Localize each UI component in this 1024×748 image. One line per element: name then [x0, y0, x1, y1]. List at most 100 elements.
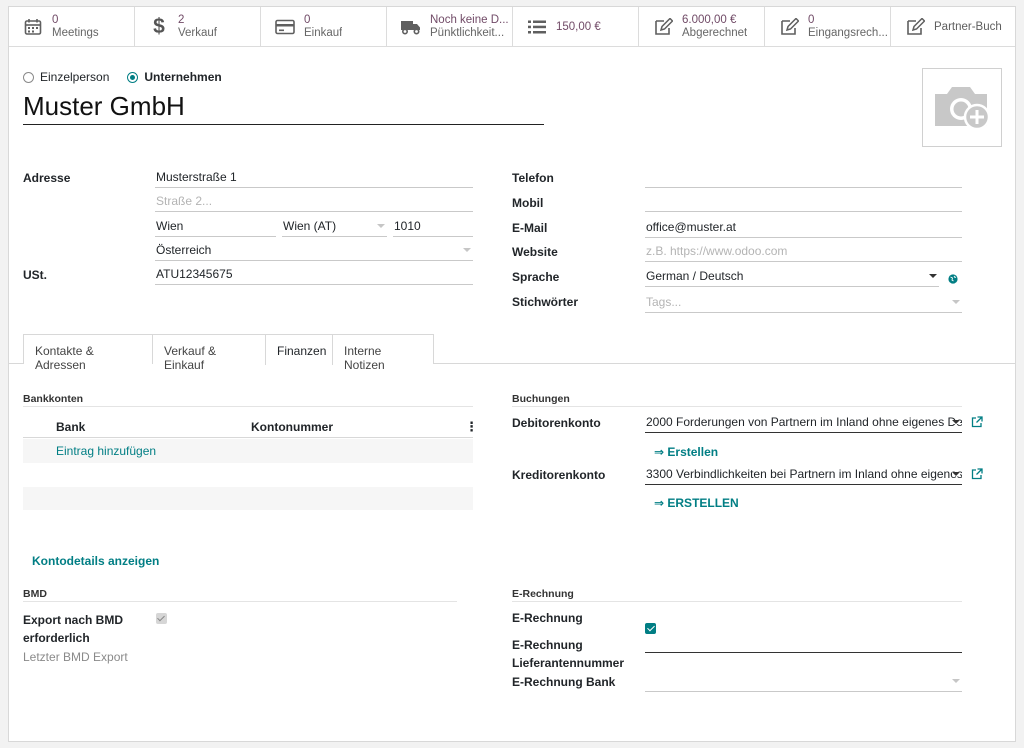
receivable-account-select[interactable]: 2000 Forderungen von Partnern im Inland … [645, 414, 962, 433]
phone-input[interactable] [645, 169, 962, 188]
language-label: Sprache [512, 270, 560, 284]
meetings-button[interactable]: 0 Meetings [9, 7, 135, 47]
vendor-bills-button[interactable]: 0 Eingangsrech... [765, 7, 891, 47]
mobile-input[interactable] [645, 193, 962, 212]
einvoice-supplier-label-line2: Lieferantennummer [512, 656, 625, 670]
chevron-down-icon [952, 679, 960, 683]
truck-icon [400, 16, 422, 38]
company-radio[interactable] [127, 71, 139, 83]
partner-form-sheet: 0 Meetings $ 2 Verkauf 0 Einkauf Noch keine… [8, 6, 1016, 742]
list-icon [526, 16, 548, 38]
tab-finance[interactable]: Finanzen [265, 334, 333, 365]
tab-sales-purchase[interactable]: Verkauf & Einkauf [152, 334, 266, 372]
camera-plus-icon [931, 80, 993, 135]
section-divider [23, 406, 473, 407]
edit-icon [904, 16, 926, 38]
partner-name-input[interactable]: Muster GmbH [23, 91, 544, 125]
mobile-label: Mobil [512, 196, 544, 210]
chevron-down-icon [377, 224, 385, 228]
bmd-export-label: Export nach BMD erforderlich [23, 611, 123, 647]
create-payable-button[interactable]: ⇒ ERSTELLEN [654, 496, 739, 510]
bmd-export-label-line2: erforderlich [23, 631, 90, 645]
payable-account-value: 3300 Verbindlichkeiten bei Partnern im I… [646, 467, 962, 481]
chevron-down-icon [463, 248, 471, 252]
tab-internal-notes[interactable]: Interne Notizen [332, 334, 434, 372]
edit-icon [778, 16, 800, 38]
country-select[interactable]: Österreich [155, 242, 473, 261]
due-amount-value: 150,00 € [556, 20, 601, 33]
chevron-down-icon [952, 472, 960, 476]
language-select[interactable]: German / Deutsch [645, 268, 939, 287]
external-link-icon[interactable] [971, 416, 983, 431]
tags-input[interactable]: Tags... [645, 294, 962, 313]
create-receivable-button[interactable]: ⇒ Erstellen [654, 445, 718, 459]
zip-input[interactable]: 1010 [393, 218, 473, 237]
bank-table-header: Bank Kontonummer ⋮ [23, 414, 478, 438]
last-bmd-export-label: Letzter BMD Export [23, 650, 128, 664]
notebook-tabs: Kontakte & Adressen Verkauf & Einkauf Fi… [9, 334, 1015, 372]
account-number-column-header[interactable]: Kontonummer [251, 420, 333, 434]
country-value: Österreich [156, 243, 212, 257]
accounting-title: Buchungen [512, 393, 570, 405]
bmd-export-checkbox[interactable] [156, 613, 167, 624]
section-divider [512, 601, 962, 602]
city-input[interactable]: Wien [155, 218, 276, 237]
chevron-down-icon [952, 300, 960, 304]
show-account-details-button[interactable]: Kontodetails anzeigen [32, 554, 159, 568]
purchase-button[interactable]: 0 Einkauf [261, 7, 387, 47]
bank-empty-row [23, 487, 473, 510]
einvoice-title: E-Rechnung [512, 588, 574, 600]
bmd-title: BMD [23, 588, 47, 600]
sales-button[interactable]: $ 2 Verkauf [135, 7, 261, 47]
einvoice-supplier-label: E-Rechnung Lieferantennummer [512, 636, 624, 672]
payable-label: Kreditorenkonto [512, 468, 606, 482]
column-options-icon[interactable]: ⋮ [465, 419, 478, 435]
add-bank-line-link[interactable]: Eintrag hinzufügen [56, 444, 156, 458]
einvoice-bank-select[interactable] [645, 673, 962, 692]
partner-ledger-button[interactable]: Partner-Buch [891, 7, 1015, 47]
payable-account-select[interactable]: 3300 Verbindlichkeiten bei Partnern im I… [645, 466, 962, 485]
vendor-bills-label: Eingangsrech... [808, 27, 888, 39]
partner-ledger-label: Partner-Buch [934, 20, 1002, 33]
website-input[interactable]: z.B. https://www.odoo.com [645, 243, 962, 262]
einvoice-enabled-checkbox[interactable] [645, 623, 656, 634]
tags-label: Stichwörter [512, 295, 579, 309]
receivable-account-value: 2000 Forderungen von Partnern im Inland … [646, 415, 962, 429]
due-amount-button[interactable]: 150,00 € [513, 7, 639, 47]
globe-icon[interactable] [948, 273, 958, 287]
on-time-rate-value: Noch keine D... [430, 14, 509, 26]
state-value: Wien (AT) [283, 219, 337, 233]
bank-accounts-title: Bankkonten [23, 393, 84, 405]
vat-label: USt. [23, 268, 47, 282]
avatar-upload[interactable] [922, 68, 1002, 147]
company-type-radio: Einzelperson Unternehmen [23, 70, 234, 84]
state-select[interactable]: Wien (AT) [282, 218, 387, 237]
individual-radio[interactable] [23, 71, 34, 83]
street-input[interactable]: Musterstraße 1 [155, 169, 473, 188]
external-link-icon[interactable] [971, 468, 983, 483]
einvoice-supplier-label-line1: E-Rechnung [512, 638, 583, 652]
meetings-count: 0 [52, 14, 59, 26]
chevron-down-icon [929, 274, 937, 278]
einvoice-supplier-input[interactable] [645, 634, 962, 653]
language-value: German / Deutsch [646, 269, 744, 283]
einvoice-bank-label: E-Rechnung Bank [512, 675, 616, 689]
credit-card-icon [274, 16, 296, 38]
vendor-bills-count: 0 [808, 14, 815, 26]
section-divider [512, 406, 962, 407]
einvoice-enabled-label: E-Rechnung [512, 611, 583, 625]
invoiced-button[interactable]: 6.000,00 € Abgerechnet [639, 7, 765, 47]
individual-radio-label[interactable]: Einzelperson [40, 70, 109, 84]
on-time-rate-button[interactable]: Noch keine D... Pünktlichkeit... [387, 7, 513, 47]
on-time-rate-label: Pünktlichkeit... [430, 27, 505, 39]
purchase-count: 0 [304, 14, 311, 26]
email-input[interactable]: office@muster.at [645, 219, 962, 238]
email-label: E-Mail [512, 221, 548, 235]
street2-input[interactable]: Straße 2... [155, 193, 473, 212]
receivable-label: Debitorenkonto [512, 416, 601, 430]
company-radio-label[interactable]: Unternehmen [144, 70, 221, 84]
vat-input[interactable]: ATU12345675 [155, 266, 473, 285]
bank-column-header[interactable]: Bank [56, 420, 85, 434]
bmd-export-label-line1: Export nach BMD [23, 613, 124, 627]
tab-contacts-addresses[interactable]: Kontakte & Adressen [23, 334, 153, 372]
